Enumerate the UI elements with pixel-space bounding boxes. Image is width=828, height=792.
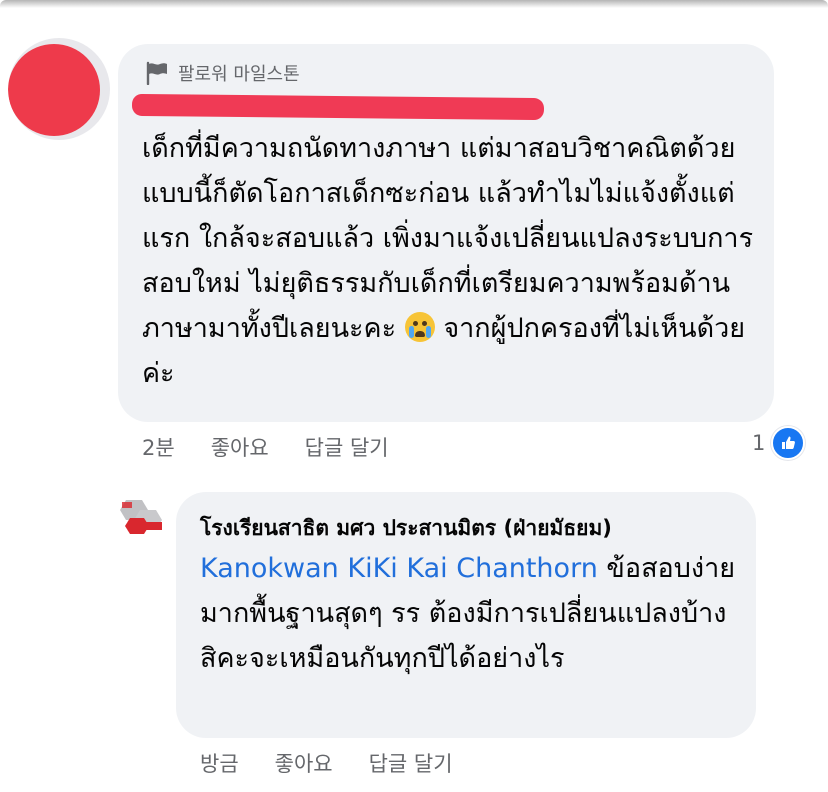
follower-milestone-badge: 팔로워 마일스톤 (144, 60, 300, 86)
reply-like-button[interactable]: 좋아요 (275, 748, 333, 778)
reply-text: Kanokwan KiKi Kai Chanthorn ข้อสอบง่ายมา… (200, 546, 740, 681)
mention-link[interactable]: Kanokwan KiKi Kai Chanthorn (200, 553, 598, 584)
reaction-summary[interactable]: 1 (752, 426, 806, 460)
reply-bubble: โรงเรียนสาธิต มศว ประสานมิตร (ฝ่ายมัธยม)… (176, 492, 756, 738)
commenter-avatar[interactable] (8, 38, 110, 140)
thumbs-up-icon (771, 426, 806, 460)
badge-label: 팔로워 마일스톤 (178, 64, 300, 85)
crying-face-emoji-icon (404, 312, 435, 342)
comment-timestamp[interactable]: 2분 (142, 432, 175, 462)
comment-actions: 2분 좋아요 답글 달기 (142, 432, 389, 462)
reply-button[interactable]: 답글 달기 (305, 432, 389, 462)
reaction-count: 1 (752, 431, 766, 455)
like-button[interactable]: 좋아요 (211, 432, 269, 462)
avatar-redaction (8, 44, 100, 136)
commenter-name-redacted[interactable] (131, 93, 545, 121)
window-top-edge (0, 0, 828, 8)
school-logo[interactable] (116, 496, 170, 540)
reply-timestamp[interactable]: 방금 (200, 748, 239, 778)
comment-text: เด็กที่มีความถนัดทางภาษา แต่มาสอบวิชาคณิ… (142, 126, 762, 396)
comment-bubble: 팔로워 마일스톤 เด็กที่มีความถนัดทางภาษา แต่มาส… (118, 44, 774, 422)
reply-author-name[interactable]: โรงเรียนสาธิต มศว ประสานมิตร (ฝ่ายมัธยม) (200, 512, 612, 545)
flag-icon (146, 61, 167, 85)
reply-actions: 방금 좋아요 답글 달기 (200, 748, 453, 778)
reply-reply-button[interactable]: 답글 달기 (369, 748, 453, 778)
